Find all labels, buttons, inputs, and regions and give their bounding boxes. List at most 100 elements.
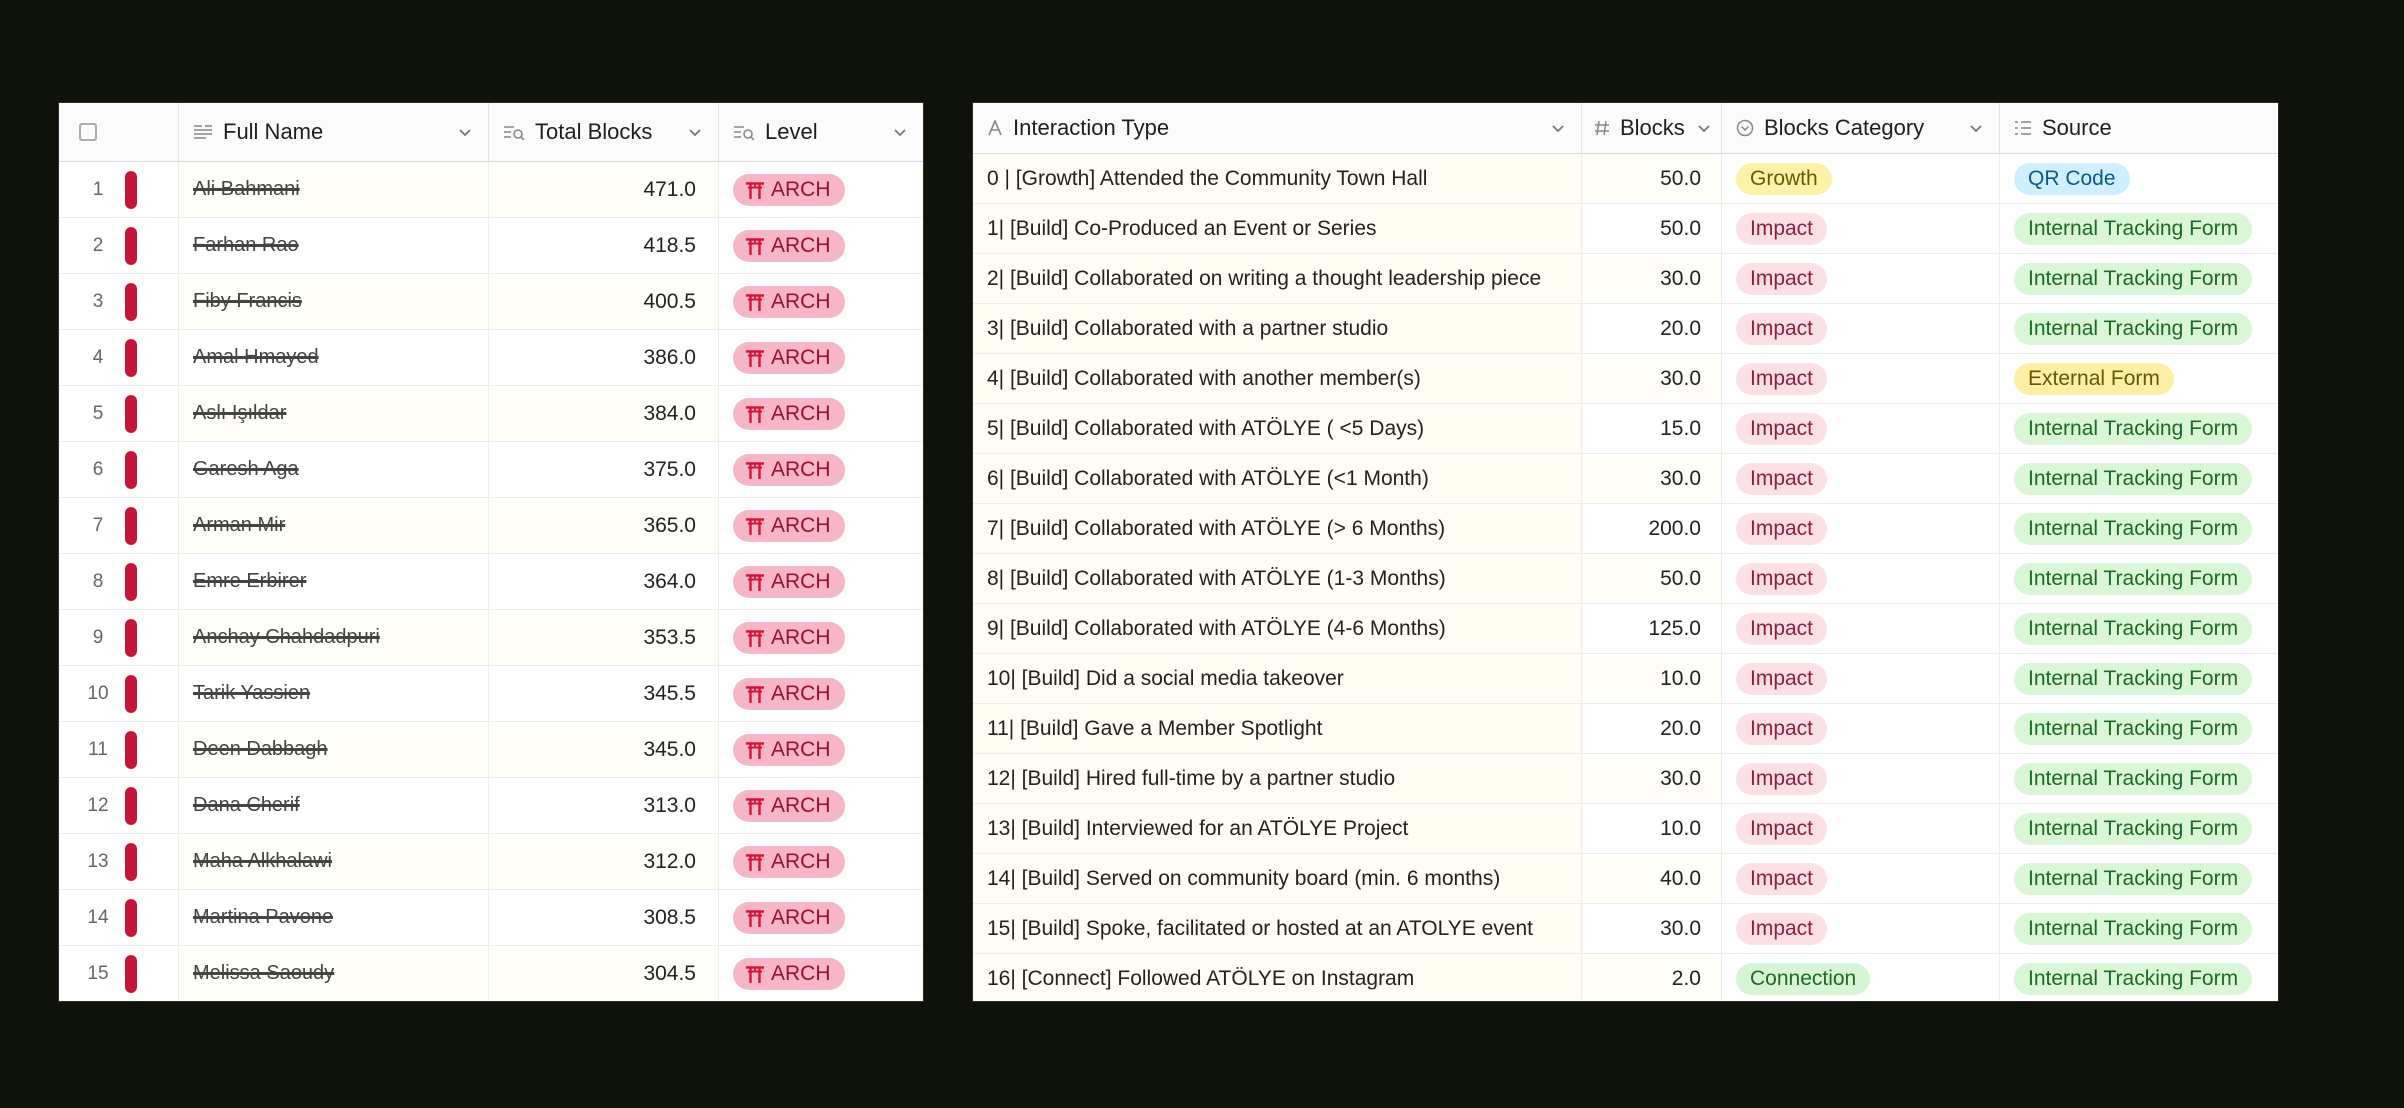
blocks-cell[interactable]: 30.0 xyxy=(1582,904,1722,953)
chevron-down-icon[interactable] xyxy=(686,123,704,141)
table-row[interactable]: 7| [Build] Collaborated with ATÖLYE (> 6… xyxy=(973,504,2278,554)
total-blocks-cell[interactable]: 375.0 xyxy=(489,442,719,497)
blocks-cell[interactable]: 30.0 xyxy=(1582,254,1722,303)
blocks-category-cell[interactable]: Impact xyxy=(1722,904,2000,953)
source-cell[interactable]: Internal Tracking Form xyxy=(2000,404,2278,453)
total-blocks-cell[interactable]: 384.0 xyxy=(489,386,719,441)
source-cell[interactable]: Internal Tracking Form xyxy=(2000,704,2278,753)
source-cell[interactable]: Internal Tracking Form xyxy=(2000,504,2278,553)
interaction-type-cell[interactable]: 2| [Build] Collaborated on writing a tho… xyxy=(973,254,1582,303)
table-row[interactable]: 11 Deen Dabbagh 345.0 ARCH xyxy=(59,722,923,778)
interaction-type-cell[interactable]: 7| [Build] Collaborated with ATÖLYE (> 6… xyxy=(973,504,1582,553)
column-header-source[interactable]: Source xyxy=(2000,103,2278,153)
level-cell[interactable]: ARCH xyxy=(719,386,923,441)
level-cell[interactable]: ARCH xyxy=(719,722,923,777)
blocks-cell[interactable]: 20.0 xyxy=(1582,304,1722,353)
full-name-cell[interactable]: Ali Bahmani xyxy=(179,162,489,217)
blocks-category-cell[interactable]: Impact xyxy=(1722,604,2000,653)
source-cell[interactable]: Internal Tracking Form xyxy=(2000,604,2278,653)
table-row[interactable]: 8| [Build] Collaborated with ATÖLYE (1-3… xyxy=(973,554,2278,604)
full-name-cell[interactable]: Farhan Rao xyxy=(179,218,489,273)
blocks-cell[interactable]: 30.0 xyxy=(1582,354,1722,403)
source-cell[interactable]: Internal Tracking Form xyxy=(2000,454,2278,503)
level-cell[interactable]: ARCH xyxy=(719,218,923,273)
blocks-cell[interactable]: 50.0 xyxy=(1582,554,1722,603)
total-blocks-cell[interactable]: 365.0 xyxy=(489,498,719,553)
chevron-down-icon[interactable] xyxy=(456,123,474,141)
interaction-type-cell[interactable]: 12| [Build] Hired full-time by a partner… xyxy=(973,754,1582,803)
level-cell[interactable]: ARCH xyxy=(719,442,923,497)
table-row[interactable]: 8 Emre Erbirer 364.0 ARCH xyxy=(59,554,923,610)
blocks-category-cell[interactable]: Impact xyxy=(1722,454,2000,503)
total-blocks-cell[interactable]: 304.5 xyxy=(489,946,719,1001)
total-blocks-cell[interactable]: 400.5 xyxy=(489,274,719,329)
column-header-full-name[interactable]: Full Name xyxy=(179,103,489,161)
table-row[interactable]: 7 Arman Mir 365.0 ARCH xyxy=(59,498,923,554)
table-row[interactable]: 2| [Build] Collaborated on writing a tho… xyxy=(973,254,2278,304)
blocks-cell[interactable]: 50.0 xyxy=(1582,204,1722,253)
level-cell[interactable]: ARCH xyxy=(719,554,923,609)
level-cell[interactable]: ARCH xyxy=(719,666,923,721)
source-cell[interactable]: External Form xyxy=(2000,354,2278,403)
table-row[interactable]: 14| [Build] Served on community board (m… xyxy=(973,854,2278,904)
blocks-cell[interactable]: 20.0 xyxy=(1582,704,1722,753)
full-name-cell[interactable]: Emre Erbirer xyxy=(179,554,489,609)
blocks-cell[interactable]: 30.0 xyxy=(1582,454,1722,503)
blocks-cell[interactable]: 50.0 xyxy=(1582,154,1722,203)
source-cell[interactable]: Internal Tracking Form xyxy=(2000,954,2278,1001)
chevron-down-icon[interactable] xyxy=(1549,119,1567,137)
interaction-type-cell[interactable]: 14| [Build] Served on community board (m… xyxy=(973,854,1582,903)
table-row[interactable]: 0 | [Growth] Attended the Community Town… xyxy=(973,154,2278,204)
source-cell[interactable]: Internal Tracking Form xyxy=(2000,554,2278,603)
source-cell[interactable]: Internal Tracking Form xyxy=(2000,804,2278,853)
interaction-type-cell[interactable]: 6| [Build] Collaborated with ATÖLYE (<1 … xyxy=(973,454,1582,503)
total-blocks-cell[interactable]: 471.0 xyxy=(489,162,719,217)
blocks-category-cell[interactable]: Impact xyxy=(1722,854,2000,903)
source-cell[interactable]: Internal Tracking Form xyxy=(2000,204,2278,253)
select-all-checkbox[interactable] xyxy=(79,123,97,141)
total-blocks-cell[interactable]: 364.0 xyxy=(489,554,719,609)
source-cell[interactable]: Internal Tracking Form xyxy=(2000,304,2278,353)
interaction-type-cell[interactable]: 1| [Build] Co-Produced an Event or Serie… xyxy=(973,204,1582,253)
full-name-cell[interactable]: Arman Mir xyxy=(179,498,489,553)
full-name-cell[interactable]: Aslı Işıldar xyxy=(179,386,489,441)
chevron-down-icon[interactable] xyxy=(891,123,909,141)
table-row[interactable]: 5 Aslı Işıldar 384.0 ARCH xyxy=(59,386,923,442)
interaction-type-cell[interactable]: 13| [Build] Interviewed for an ATÖLYE Pr… xyxy=(973,804,1582,853)
table-row[interactable]: 5| [Build] Collaborated with ATÖLYE ( <5… xyxy=(973,404,2278,454)
interaction-type-cell[interactable]: 16| [Connect] Followed ATÖLYE on Instagr… xyxy=(973,954,1582,1001)
full-name-cell[interactable]: Anchay Chahdadpuri xyxy=(179,610,489,665)
table-row[interactable]: 1| [Build] Co-Produced an Event or Serie… xyxy=(973,204,2278,254)
total-blocks-cell[interactable]: 353.5 xyxy=(489,610,719,665)
full-name-cell[interactable]: Amal Hmayed xyxy=(179,330,489,385)
source-cell[interactable]: Internal Tracking Form xyxy=(2000,854,2278,903)
source-cell[interactable]: Internal Tracking Form xyxy=(2000,904,2278,953)
full-name-cell[interactable]: Melissa Saoudy xyxy=(179,946,489,1001)
blocks-category-cell[interactable]: Impact xyxy=(1722,704,2000,753)
interaction-type-cell[interactable]: 0 | [Growth] Attended the Community Town… xyxy=(973,154,1582,203)
level-cell[interactable]: ARCH xyxy=(719,834,923,889)
table-row[interactable]: 3 Fiby Francis 400.5 ARCH xyxy=(59,274,923,330)
blocks-category-cell[interactable]: Impact xyxy=(1722,304,2000,353)
table-row[interactable]: 15 Melissa Saoudy 304.5 ARCH xyxy=(59,946,923,1001)
table-row[interactable]: 11| [Build] Gave a Member Spotlight 20.0 I… xyxy=(973,704,2278,754)
total-blocks-cell[interactable]: 345.0 xyxy=(489,722,719,777)
table-row[interactable]: 15| [Build] Spoke, facilitated or hosted… xyxy=(973,904,2278,954)
interaction-type-cell[interactable]: 11| [Build] Gave a Member Spotlight xyxy=(973,704,1582,753)
level-cell[interactable]: ARCH xyxy=(719,890,923,945)
blocks-cell[interactable]: 10.0 xyxy=(1582,654,1722,703)
blocks-cell[interactable]: 15.0 xyxy=(1582,404,1722,453)
blocks-category-cell[interactable]: Impact xyxy=(1722,404,2000,453)
blocks-cell[interactable]: 30.0 xyxy=(1582,754,1722,803)
column-header-blocks-category[interactable]: Blocks Category xyxy=(1722,103,2000,153)
interaction-type-cell[interactable]: 5| [Build] Collaborated with ATÖLYE ( <5… xyxy=(973,404,1582,453)
total-blocks-cell[interactable]: 308.5 xyxy=(489,890,719,945)
level-cell[interactable]: ARCH xyxy=(719,274,923,329)
table-row[interactable]: 2 Farhan Rao 418.5 ARCH xyxy=(59,218,923,274)
table-row[interactable]: 12 Dana Cherif 313.0 ARCH xyxy=(59,778,923,834)
source-cell[interactable]: Internal Tracking Form xyxy=(2000,254,2278,303)
blocks-category-cell[interactable]: Impact xyxy=(1722,254,2000,303)
table-row[interactable]: 6| [Build] Collaborated with ATÖLYE (<1 … xyxy=(973,454,2278,504)
blocks-category-cell[interactable]: Impact xyxy=(1722,754,2000,803)
blocks-cell[interactable]: 2.0 xyxy=(1582,954,1722,1001)
